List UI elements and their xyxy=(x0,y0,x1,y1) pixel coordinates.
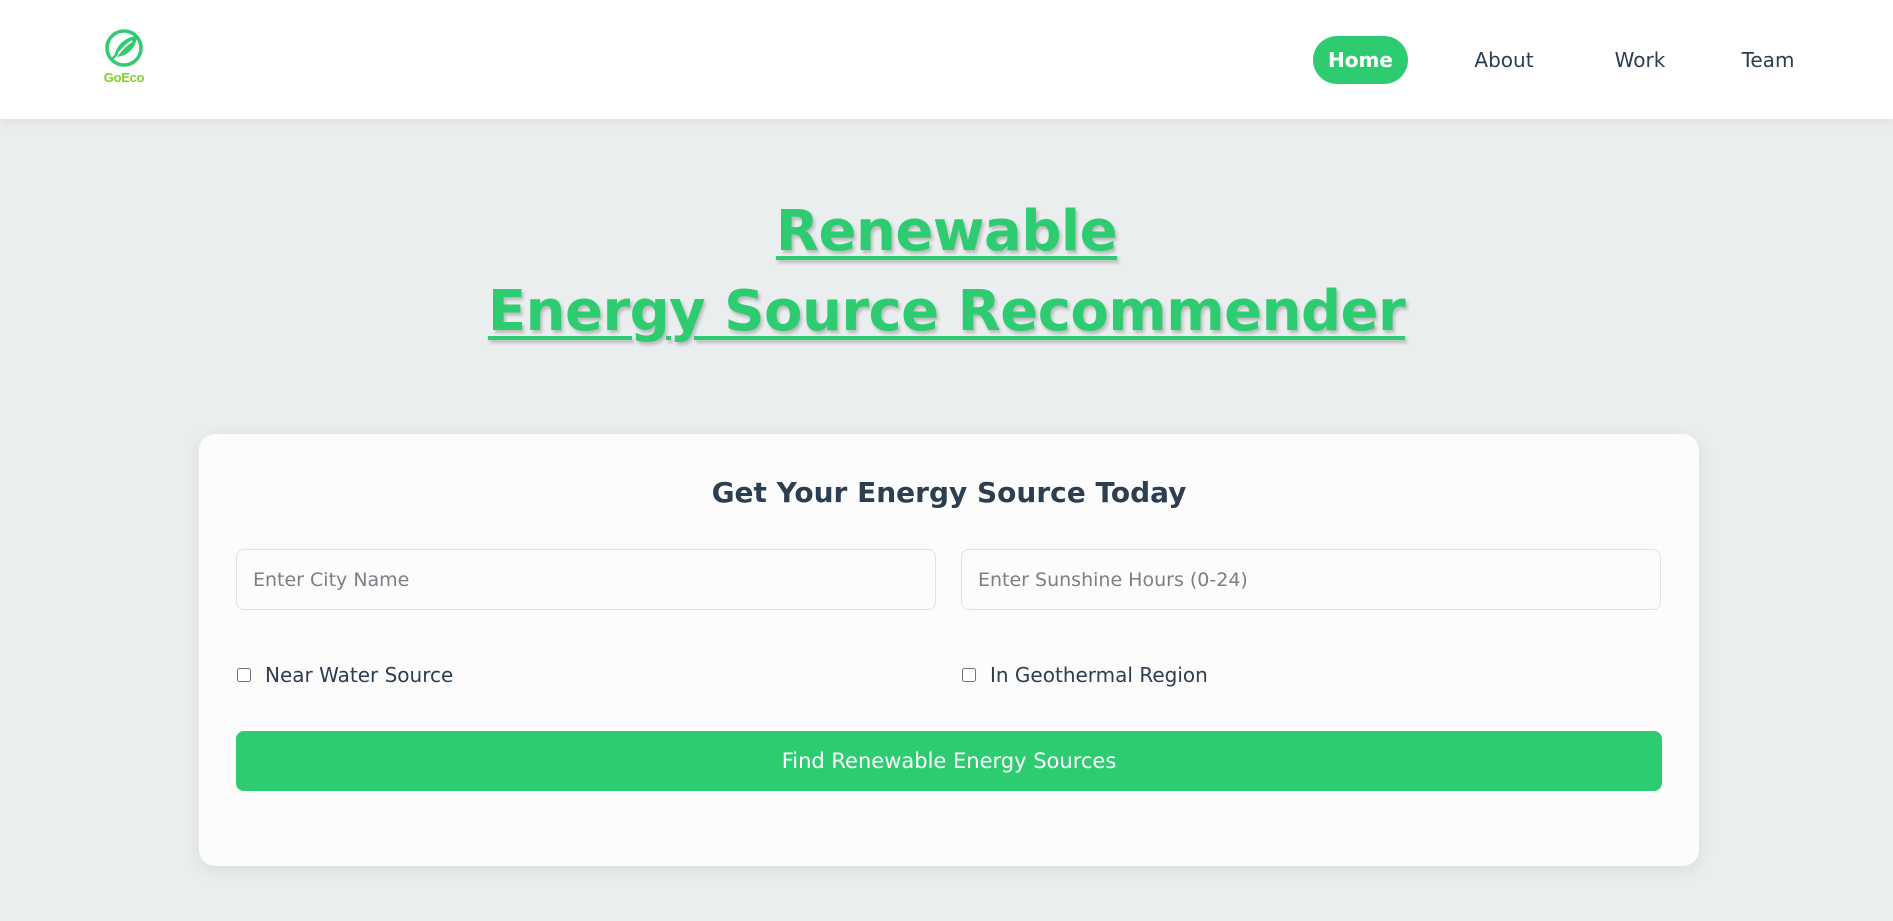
near-water-label: Near Water Source xyxy=(265,663,454,687)
page-title-line-2: Energy Source Recommender xyxy=(487,279,1406,344)
leaf-icon xyxy=(105,29,143,67)
page-title: Renewable Energy Source Recommender xyxy=(0,192,1893,352)
near-water-option[interactable]: Near Water Source xyxy=(236,660,453,690)
find-energy-sources-button[interactable]: Find Renewable Energy Sources xyxy=(236,731,1662,791)
geothermal-label: In Geothermal Region xyxy=(990,663,1208,687)
nav-item-work[interactable]: Work xyxy=(1605,36,1675,84)
city-input[interactable] xyxy=(236,549,936,610)
recommender-form-card: Get Your Energy Source Today Near Water … xyxy=(199,434,1699,866)
geothermal-checkbox[interactable] xyxy=(962,668,976,682)
brand-logo-text: GoEco xyxy=(103,70,145,85)
form-title: Get Your Energy Source Today xyxy=(711,476,1187,509)
brand-logo[interactable]: GoEco xyxy=(96,28,152,88)
geothermal-option[interactable]: In Geothermal Region xyxy=(961,660,1208,690)
nav-item-home[interactable]: Home xyxy=(1313,36,1408,84)
nav-item-about[interactable]: About xyxy=(1461,36,1547,84)
sunshine-hours-input[interactable] xyxy=(961,549,1661,610)
site-header: GoEco Home About Work Team xyxy=(0,0,1893,119)
nav-item-team[interactable]: Team xyxy=(1732,36,1804,84)
near-water-checkbox[interactable] xyxy=(237,668,251,682)
page-title-line-1: Renewable xyxy=(775,199,1118,264)
